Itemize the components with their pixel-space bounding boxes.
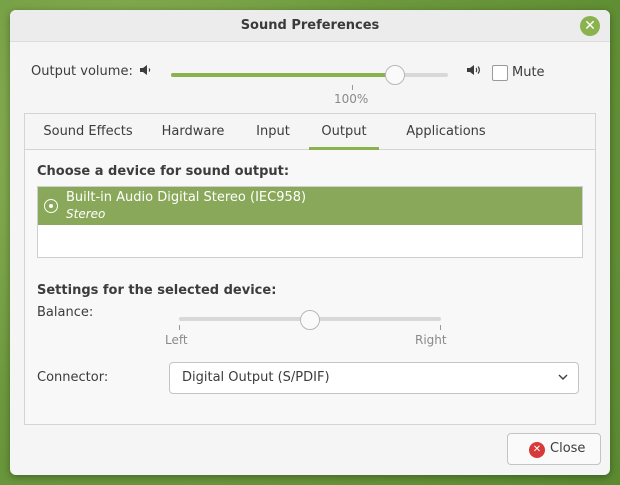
window-close-button[interactable]: ✕ xyxy=(580,16,600,36)
settings-heading: Settings for the selected device: xyxy=(37,283,277,298)
connector-value: Digital Output (S/PDIF) xyxy=(182,370,330,385)
device-profile: Stereo xyxy=(66,207,106,221)
speaker-high-icon xyxy=(467,65,480,75)
tab-bar: Sound Effects Hardware Input Output Appl… xyxy=(25,114,595,150)
volume-knob[interactable] xyxy=(385,65,406,85)
device-name: Built-in Audio Digital Stereo (IEC958) xyxy=(66,190,307,205)
mute-label[interactable]: Mute xyxy=(512,65,545,80)
sound-notebook: Sound Effects Hardware Input Output Appl… xyxy=(24,113,596,425)
balance-label: Balance: xyxy=(37,305,94,320)
tab-applications[interactable]: Applications xyxy=(391,114,501,150)
title-bar: Sound Preferences ✕ xyxy=(10,10,610,42)
tab-input[interactable]: Input xyxy=(247,114,299,150)
list-item[interactable]: Built-in Audio Digital Stereo (IEC958) S… xyxy=(38,187,582,225)
close-button[interactable]: ✕ Close xyxy=(507,433,601,465)
output-device-list: Built-in Audio Digital Stereo (IEC958) S… xyxy=(37,186,583,258)
choose-device-heading: Choose a device for sound output: xyxy=(37,164,290,179)
balance-knob[interactable] xyxy=(300,310,320,330)
balance-right-tick xyxy=(440,325,441,330)
balance-right-label: Right xyxy=(415,333,447,347)
mute-checkbox[interactable] xyxy=(492,65,508,81)
tab-output[interactable]: Output xyxy=(309,114,379,150)
device-radio[interactable] xyxy=(44,199,58,213)
volume-value-text: 100% xyxy=(334,92,369,106)
connector-dropdown[interactable]: Digital Output (S/PDIF) xyxy=(169,362,579,394)
balance-left-label: Left xyxy=(165,333,188,347)
close-icon: ✕ xyxy=(584,18,596,34)
chevron-down-icon xyxy=(558,374,568,380)
window-title: Sound Preferences xyxy=(240,18,380,33)
tab-sound-effects[interactable]: Sound Effects xyxy=(33,114,143,150)
speaker-low-icon xyxy=(140,65,151,75)
balance-left-tick xyxy=(179,325,180,330)
sound-preferences-window: Sound Preferences ✕ Output volume: 100% … xyxy=(10,10,610,475)
output-volume-label: Output volume: xyxy=(31,64,133,79)
connector-label: Connector: xyxy=(37,370,109,385)
close-circle-icon: ✕ xyxy=(529,442,545,458)
tab-hardware[interactable]: Hardware xyxy=(153,114,233,150)
volume-fill xyxy=(171,73,396,77)
volume-100-tick xyxy=(352,85,353,90)
close-button-label: Close xyxy=(550,441,586,456)
